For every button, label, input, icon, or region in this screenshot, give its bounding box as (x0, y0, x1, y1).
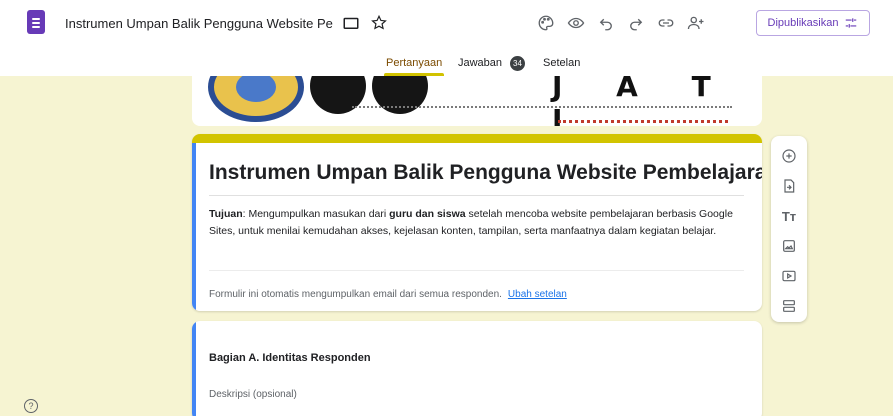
tab-bar: Pertanyaan Jawaban Setelan (0, 46, 893, 76)
document-title[interactable]: Instrumen Umpan Balik Pengguna Website P… (65, 16, 335, 31)
banner-tagline (352, 106, 732, 111)
add-video-icon[interactable] (779, 266, 799, 286)
section-card[interactable]: Bagian A. Identitas Responden Deskripsi … (192, 321, 762, 416)
import-questions-icon[interactable] (779, 176, 799, 196)
palette-icon[interactable] (536, 13, 556, 33)
star-icon[interactable] (369, 13, 389, 33)
tab-questions[interactable]: Pertanyaan (386, 57, 442, 69)
publish-label: Dipublikasikan (767, 17, 839, 29)
form-description[interactable]: Tujuan: Mengumpulkan masukan dari guru d… (209, 206, 739, 240)
folder-icon[interactable] (341, 13, 361, 33)
section-title[interactable]: Bagian A. Identitas Responden (209, 352, 371, 364)
eye-icon[interactable] (566, 13, 586, 33)
change-settings-link[interactable]: Ubah setelan (508, 289, 567, 300)
form-title-card[interactable]: Instrumen Umpan Balik Pengguna Website P… (192, 134, 762, 311)
side-toolbar: Tт (771, 136, 807, 322)
add-person-icon[interactable] (686, 13, 706, 33)
link-icon[interactable] (656, 13, 676, 33)
description-label: Tujuan (209, 208, 243, 220)
redo-icon[interactable] (626, 13, 646, 33)
responses-count-badge: 34 (510, 56, 525, 71)
add-section-icon[interactable] (779, 296, 799, 316)
form-title[interactable]: Instrumen Umpan Balik Pengguna Website P… (209, 161, 762, 185)
description-text: : Mengumpulkan masukan dari (242, 208, 390, 220)
help-icon[interactable]: ? (24, 399, 38, 413)
tune-icon (844, 16, 858, 30)
description-divider (209, 270, 744, 271)
description-emphasis: guru dan siswa (389, 208, 466, 220)
add-question-icon[interactable] (779, 146, 799, 166)
tab-settings[interactable]: Setelan (543, 57, 580, 69)
email-note-text: Formulir ini otomatis mengumpulkan email… (209, 289, 502, 300)
title-divider (209, 195, 744, 196)
forms-icon[interactable] (27, 10, 45, 34)
banner-text: J A T I (552, 76, 733, 126)
email-collection-note: Formulir ini otomatis mengumpulkan email… (209, 289, 567, 300)
publish-button[interactable]: Dipublikasikan (756, 10, 870, 36)
header-image[interactable]: J A T I (192, 76, 762, 126)
add-image-icon[interactable] (779, 236, 799, 256)
tab-responses[interactable]: Jawaban (458, 57, 502, 69)
top-bar: Instrumen Umpan Balik Pengguna Website P… (0, 0, 893, 46)
banner-subtitle (558, 120, 728, 126)
undo-icon[interactable] (596, 13, 616, 33)
section-description-field[interactable]: Deskripsi (opsional) (209, 389, 297, 400)
logo-emblem (208, 76, 304, 122)
add-title-icon[interactable]: Tт (779, 206, 799, 226)
